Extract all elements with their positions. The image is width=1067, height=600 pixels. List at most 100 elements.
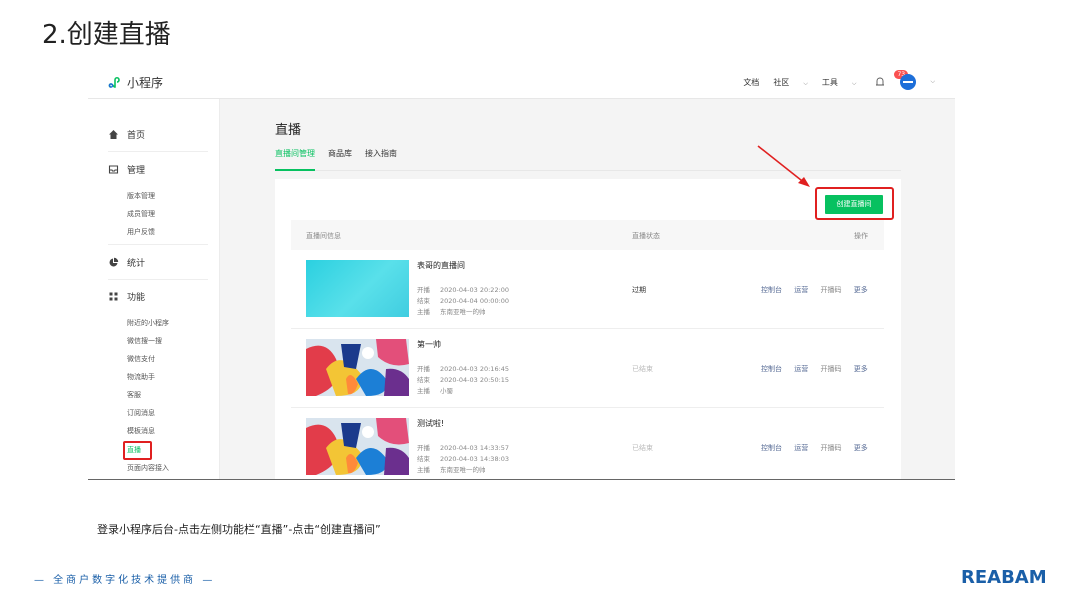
operate-link[interactable]: 运营 [794,286,808,294]
table-row: 表哥的直播间 开播 2020-04-03 20:22:00 结束 2020-04-0… [291,250,884,329]
sidebar-item-template[interactable]: 模板消息 [127,426,155,436]
status-badge: 已结束 [632,444,653,452]
docs-link[interactable]: 文档 [743,77,759,88]
divider [108,151,208,152]
row-actions: 控制台 运营 开播码 更多 [761,285,878,295]
chevron-down-icon[interactable]: ⌵ [930,78,935,86]
room-name: 第一帅 [417,340,441,349]
live-code-link[interactable]: 开播码 [820,365,841,373]
chevron-down-icon: ⌵ [851,79,857,87]
divider [108,279,208,280]
host: 主播 小蜀 [417,385,453,395]
brand[interactable]: 小程序 [108,74,163,91]
tools-label: 工具 [821,77,838,87]
screenshot-frame: 小程序 文档 社区 ⌵ 工具 ⌵ 73 ⌵ 首页 管理 版本管理 成员管理 用户反馈 [88,66,955,480]
host-label: 主播 [417,466,430,474]
top-nav: 文档 社区 ⌵ 工具 ⌵ 73 ⌵ [729,66,935,98]
host-value: 东南亚唯一的帅 [440,466,486,474]
column-actions: 操作 [854,232,868,240]
tab-guide[interactable]: 接入指南 [365,146,397,169]
console-link[interactable]: 控制台 [761,286,782,294]
end-time: 结束 2020-04-03 20:50:15 [417,374,509,384]
reabam-logo: REABAM [961,567,1047,588]
host-label: 主播 [417,387,430,395]
slide-title: 2.创建直播 [42,20,171,50]
sidebar-item-feedback[interactable]: 用户反馈 [127,227,155,237]
pie-chart-icon [109,257,119,267]
avatar[interactable] [900,74,917,90]
start-label: 开播 [417,444,430,452]
room-name: 测试啦! [417,419,445,428]
live-highlight-box [123,441,152,460]
sidebar-item-logistics[interactable]: 物流助手 [127,372,155,382]
end-value: 2020-04-03 14:38:03 [440,455,510,463]
sidebar-item-version[interactable]: 版本管理 [127,191,155,201]
table-row: 第一帅 开播 2020-04-03 20:16:45 结束 2020-04-03 2… [291,329,884,408]
home-icon [109,130,118,139]
table-header: 直播间信息 直播状态 操作 [291,220,884,250]
row-actions: 控制台 运营 开播码 更多 [761,364,878,374]
host-label: 主播 [417,308,430,316]
start-label: 开播 [417,365,430,373]
create-button-highlight-box [815,187,894,220]
live-code-link[interactable]: 开播码 [820,286,841,294]
sidebar-item-page-content[interactable]: 页面内容接入 [127,463,169,473]
inbox-icon [108,165,119,174]
sidebar-item-service[interactable]: 客服 [127,390,141,400]
end-label: 结束 [417,297,430,305]
room-name: 表哥的直播间 [417,261,465,270]
start-time: 开播 2020-04-03 14:33:57 [417,442,509,452]
notification-button[interactable]: 73 [874,70,909,88]
brand-name: 小程序 [127,76,164,90]
console-link[interactable]: 控制台 [761,365,782,373]
tools-menu[interactable]: 工具 ⌵ [822,77,857,88]
sidebar-item-members[interactable]: 成员管理 [127,209,155,219]
more-link[interactable]: 更多 [854,286,868,294]
sidebar-item-features[interactable]: 功能 [108,290,145,303]
start-time: 开播 2020-04-03 20:22:00 [417,284,509,294]
sidebar-item-stats[interactable]: 统计 [108,256,145,269]
end-time: 结束 2020-04-03 14:38:03 [417,453,509,463]
sidebar-label: 统计 [127,259,146,269]
miniprogram-logo-icon [108,76,120,88]
live-code-link[interactable]: 开播码 [820,444,841,452]
bell-icon [876,77,885,86]
chevron-down-icon: ⌵ [803,79,808,87]
end-value: 2020-04-03 20:50:15 [440,376,510,384]
status-badge: 已结束 [632,365,653,373]
divider [108,244,208,245]
tab-products[interactable]: 商品库 [328,146,352,169]
cover-image [306,418,409,475]
end-time: 结束 2020-04-04 00:00:00 [417,295,509,305]
instruction-caption: 登录小程序后台-点击左侧功能栏“直播”-点击“创建直播间” [97,523,381,536]
sidebar-item-manage[interactable]: 管理 [108,163,145,176]
sidebar-item-pay[interactable]: 微信支付 [127,354,155,364]
grid-icon [109,292,118,301]
sidebar-label: 首页 [127,131,146,141]
cover-image [306,260,409,317]
console-link[interactable]: 控制台 [761,444,782,452]
more-link[interactable]: 更多 [854,444,868,452]
start-value: 2020-04-03 20:16:45 [440,365,510,373]
host-value: 小蜀 [440,387,453,395]
operate-link[interactable]: 运营 [794,444,808,452]
sidebar-item-subscribe[interactable]: 订阅消息 [127,408,155,418]
sidebar-item-home[interactable]: 首页 [108,128,145,141]
tab-bar: 直播间管理 商品库 接入指南 [275,146,901,171]
start-value: 2020-04-03 20:22:00 [440,286,510,294]
more-link[interactable]: 更多 [854,365,868,373]
community-label: 社区 [773,77,790,87]
operate-link[interactable]: 运营 [794,365,808,373]
start-value: 2020-04-03 14:33:57 [440,444,510,452]
community-menu[interactable]: 社区 ⌵ [773,77,808,88]
sidebar-item-search[interactable]: 微信搜一搜 [127,336,162,346]
sidebar-label: 功能 [127,293,146,303]
end-label: 结束 [417,455,430,463]
tab-live-rooms[interactable]: 直播间管理 [275,146,315,171]
sidebar-label: 管理 [127,166,146,176]
page-title: 直播 [275,123,302,138]
start-label: 开播 [417,286,430,294]
column-status: 直播状态 [632,232,660,240]
row-actions: 控制台 运营 开播码 更多 [761,443,878,453]
sidebar-item-nearby[interactable]: 附近的小程序 [127,318,169,328]
